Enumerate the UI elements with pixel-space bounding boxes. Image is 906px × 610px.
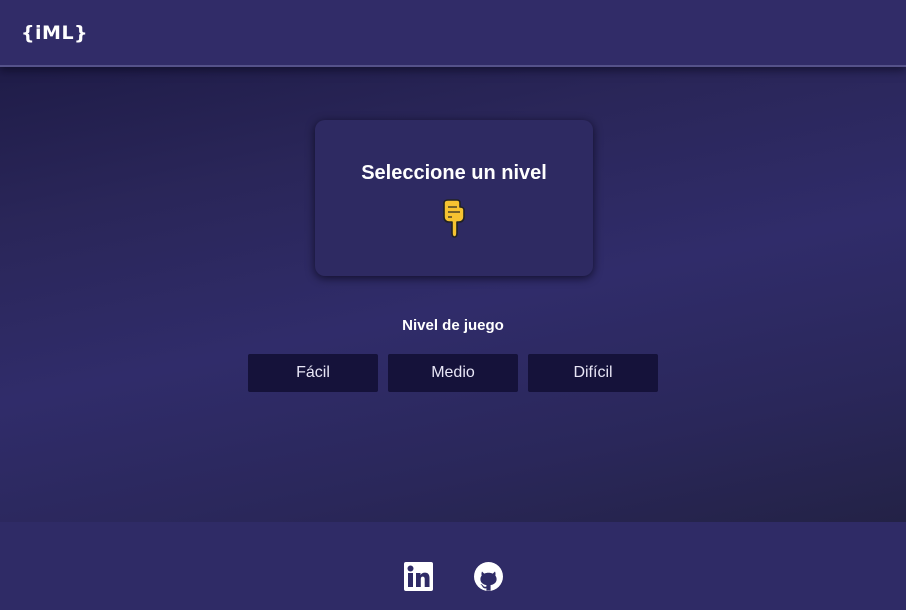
card-title: Seleccione un nivel — [361, 162, 547, 184]
main-area: Seleccione un nivel Nivel de juego Fácil… — [0, 67, 906, 522]
level-buttons: Fácil Medio Difícil — [248, 354, 658, 392]
footer — [0, 522, 906, 610]
top-bar: {iML} — [0, 0, 906, 67]
github-icon[interactable] — [474, 562, 503, 591]
level-section-label: Nivel de juego — [402, 317, 504, 334]
level-easy-button[interactable]: Fácil — [248, 354, 378, 392]
logo[interactable]: {iML} — [21, 22, 88, 44]
level-hard-button[interactable]: Difícil — [528, 354, 658, 392]
linkedin-icon[interactable] — [404, 562, 433, 591]
level-medium-button[interactable]: Medio — [388, 354, 518, 392]
pointing-hand-down-icon — [443, 199, 465, 238]
level-prompt-card: Seleccione un nivel — [315, 120, 593, 276]
